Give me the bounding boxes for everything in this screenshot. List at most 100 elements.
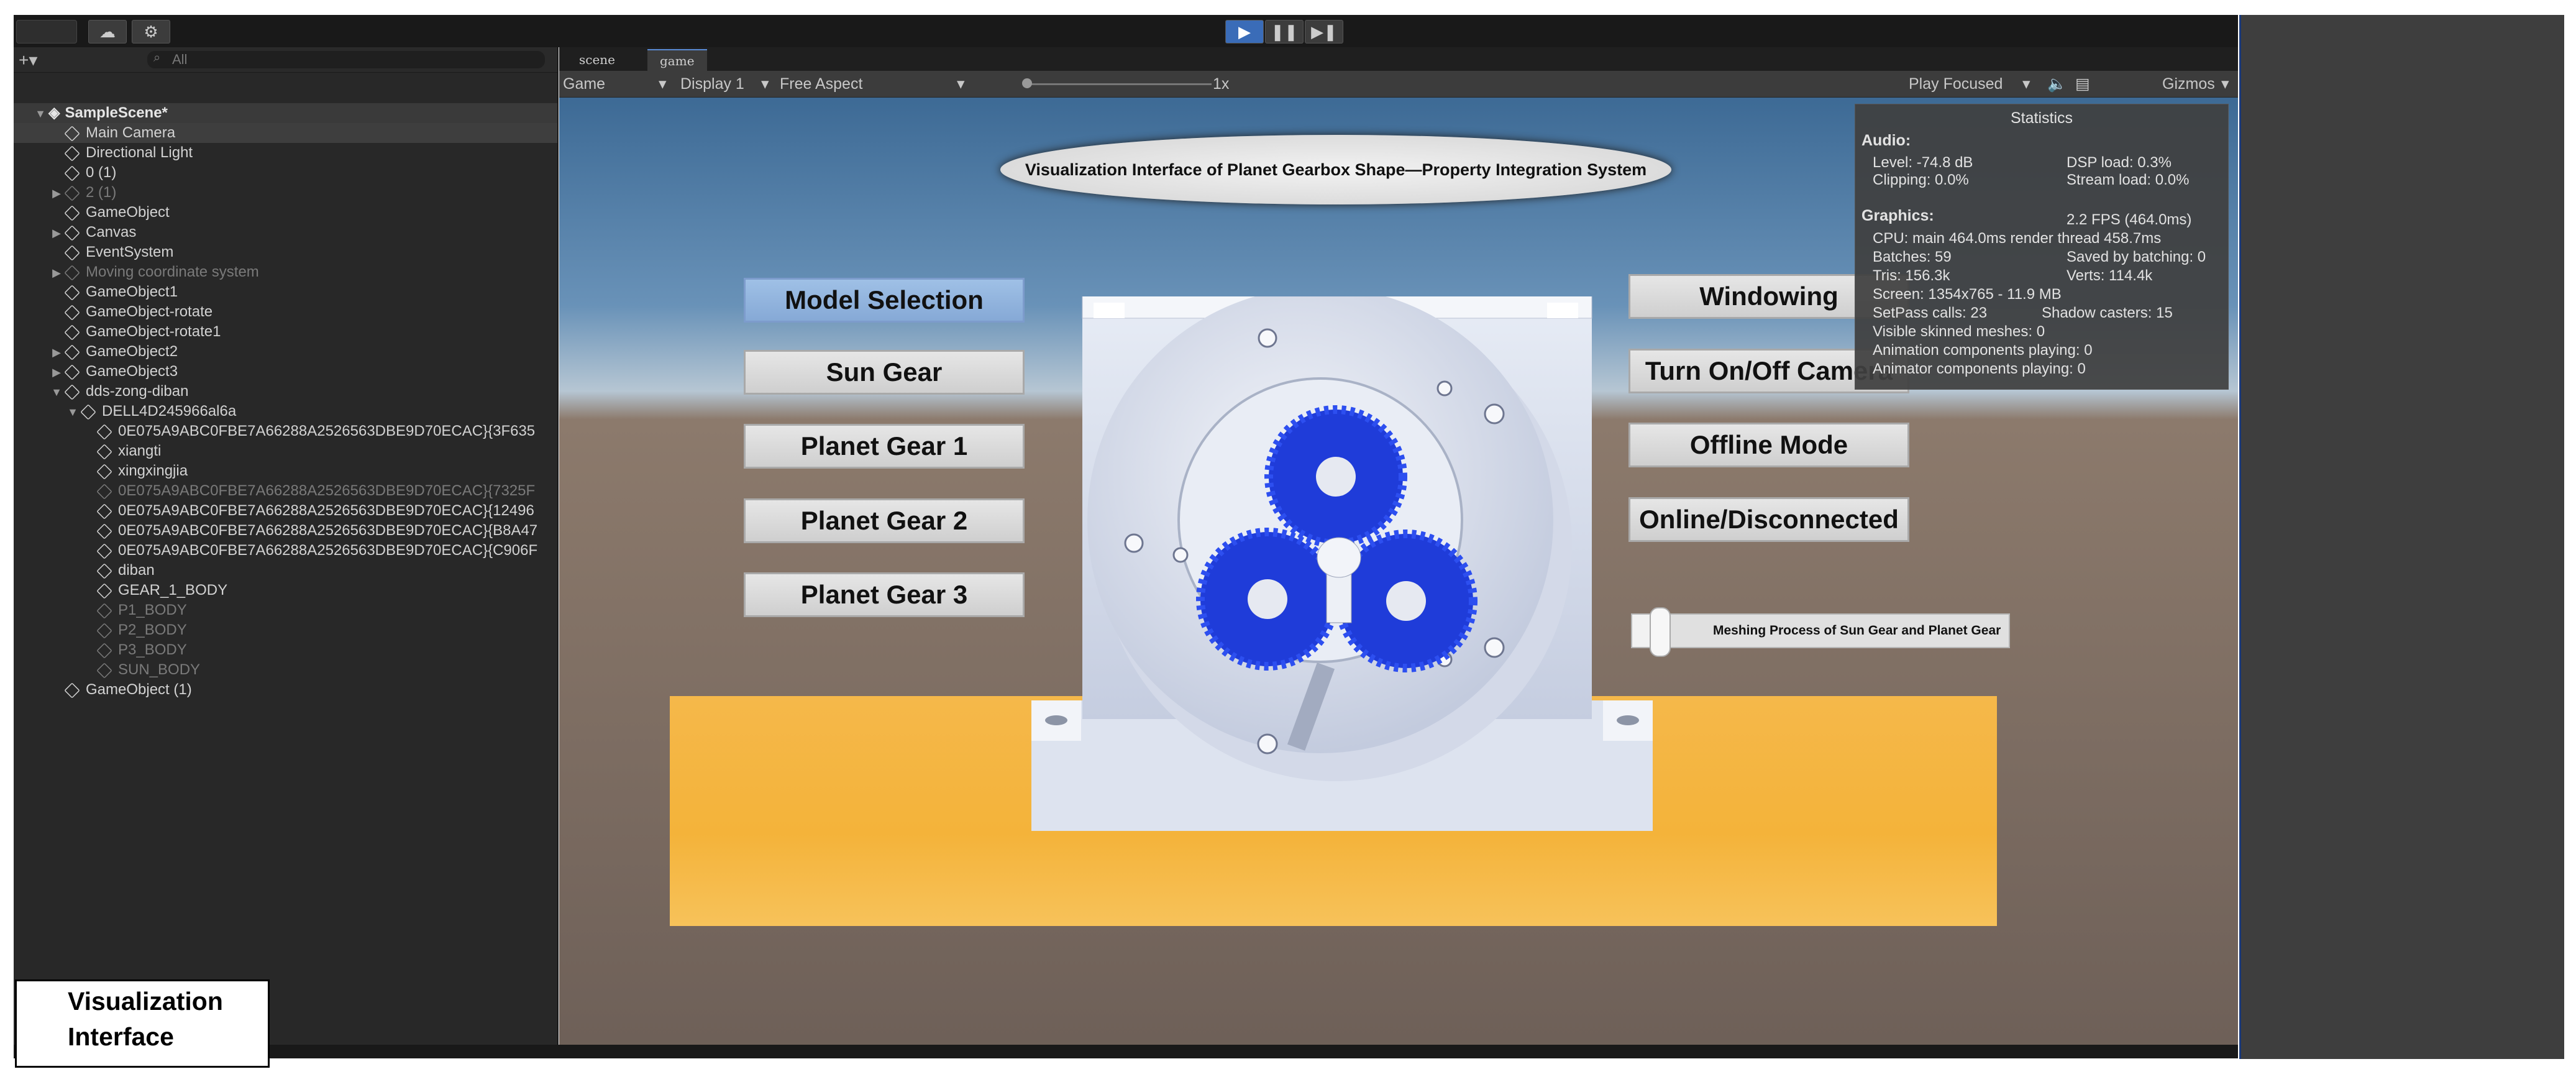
gameobject-icon <box>64 304 80 321</box>
hierarchy-item[interactable]: GameObject-rotate <box>14 302 557 322</box>
statistics-overlay: Statistics Audio: Level: -74.8 dB DSP lo… <box>1855 104 2229 390</box>
expand-arrow-icon[interactable]: ▶ <box>48 342 65 362</box>
play-button[interactable]: ▶ <box>1225 20 1264 44</box>
add-icon[interactable]: +▾ <box>19 50 37 70</box>
planet-gear-1-button[interactable]: Planet Gear 1 <box>744 424 1025 469</box>
hierarchy-item[interactable]: SUN_BODY <box>14 660 557 680</box>
cloud-icon[interactable]: ☁ <box>88 20 127 44</box>
expand-arrow-icon[interactable]: ▶ <box>48 263 65 283</box>
online-disconnected-button[interactable]: Online/Disconnected <box>1628 497 1909 542</box>
hierarchy-item-label: GameObject <box>86 204 170 221</box>
expand-arrow-icon[interactable]: ▼ <box>48 382 65 402</box>
gameobject-icon <box>96 443 112 460</box>
hierarchy-item[interactable]: 0E075A9ABC0FBE7A66288A2526563DBE9D70ECAC… <box>14 541 557 561</box>
scene-row[interactable]: ▼ ◈ SampleScene* <box>14 103 557 123</box>
hierarchy-item[interactable]: xingxingjia <box>14 461 557 481</box>
aspect-dropdown[interactable]: Free Aspect <box>780 75 862 93</box>
hierarchy-item[interactable]: ▼ DELL4D245966al6a <box>14 401 557 421</box>
hierarchy-item-label: dds-zong-diban <box>86 383 189 400</box>
scale-slider-handle[interactable] <box>1022 78 1032 88</box>
hierarchy-item[interactable]: P3_BODY <box>14 640 557 660</box>
hierarchy-item-label: DELL4D245966al6a <box>102 403 237 420</box>
hierarchy-item[interactable]: GameObject-rotate1 <box>14 322 557 342</box>
slider-handle[interactable] <box>1650 607 1671 657</box>
title-banner: Visualization Interface of Planet Gearbo… <box>1000 135 1671 204</box>
sun-gear-button[interactable]: Sun Gear <box>744 350 1025 395</box>
figure-caption: Visualization Interface <box>15 979 270 1068</box>
hierarchy-item[interactable]: xiangti <box>14 441 557 461</box>
stats-cpu: CPU: main 464.0ms render thread 458.7ms <box>1873 230 2162 247</box>
hierarchy-item[interactable]: diban <box>14 561 557 580</box>
scale-slider[interactable] <box>1025 83 1212 85</box>
expand-arrow-icon[interactable]: ▶ <box>48 183 65 203</box>
hierarchy-item-label: Directional Light <box>86 144 193 161</box>
stats-clipping: Clipping: 0.0% <box>1873 172 1969 188</box>
hierarchy-item[interactable]: GameObject (1) <box>14 680 557 700</box>
play-focused-dropdown[interactable]: Play Focused <box>1909 75 2003 93</box>
hierarchy-item[interactable]: P1_BODY <box>14 600 557 620</box>
hierarchy-item[interactable]: 0 (1) <box>14 163 557 183</box>
account-dropdown[interactable] <box>16 20 77 44</box>
hierarchy-search-input[interactable]: All <box>147 51 545 68</box>
scene-name: SampleScene* <box>65 104 168 121</box>
tab-game[interactable]: game <box>647 49 707 71</box>
planet-gear-3-button[interactable]: Planet Gear 3 <box>744 572 1025 617</box>
hierarchy-item[interactable]: 0E075A9ABC0FBE7A66288A2526563DBE9D70ECAC… <box>14 421 557 441</box>
hierarchy-list: ▼ ◈ SampleScene* Main Camera Directional Li… <box>14 103 557 700</box>
hierarchy-item-label: Canvas <box>86 224 137 241</box>
stats-saved: Saved by batching: 0 <box>2067 249 2206 265</box>
game-mode-dropdown[interactable]: Game <box>563 75 605 93</box>
gameobject-icon <box>64 383 80 400</box>
hierarchy-item[interactable]: 0E075A9ABC0FBE7A66288A2526563DBE9D70ECAC… <box>14 521 557 541</box>
hierarchy-item[interactable]: Directional Light <box>14 143 557 163</box>
gameobject-icon <box>96 602 112 619</box>
chevron-down-icon: ▾ <box>761 75 769 93</box>
expand-arrow-icon[interactable]: ▼ <box>32 104 48 124</box>
expand-arrow-icon[interactable]: ▶ <box>48 362 65 382</box>
hierarchy-item[interactable]: ▶ Canvas <box>14 222 557 242</box>
hierarchy-item-label: SUN_BODY <box>118 661 201 678</box>
gameobject-icon <box>96 503 112 520</box>
gameobject-icon <box>64 185 80 201</box>
settings-icon[interactable]: ⚙ <box>132 20 170 44</box>
play-icon: ▶ <box>1238 22 1251 41</box>
hierarchy-item-label: GEAR_1_BODY <box>118 582 228 598</box>
stats-toggle-icon[interactable]: ▤ <box>2075 75 2090 93</box>
hierarchy-item[interactable]: ▶ GameObject3 <box>14 362 557 382</box>
search-icon: ⌕ <box>153 51 161 65</box>
hierarchy-item[interactable]: ▶ GameObject2 <box>14 342 557 362</box>
hierarchy-item[interactable]: GameObject1 <box>14 282 557 302</box>
hierarchy-item[interactable]: P2_BODY <box>14 620 557 640</box>
mute-audio-icon[interactable]: 🔈 <box>2047 75 2067 93</box>
hierarchy-item[interactable]: 0E075A9ABC0FBE7A66288A2526563DBE9D70ECAC… <box>14 501 557 521</box>
stats-stream: Stream load: 0.0% <box>2067 172 2190 188</box>
scale-label: 1x <box>1213 75 1230 93</box>
stats-title: Statistics <box>2010 109 2073 127</box>
expand-arrow-icon[interactable]: ▼ <box>65 402 81 422</box>
game-viewport[interactable]: Visualization Interface of Planet Gearbo… <box>559 98 2238 1045</box>
stats-batches: Batches: 59 <box>1873 249 1952 265</box>
gameobject-icon <box>64 244 80 261</box>
pause-button[interactable]: ❚❚ <box>1265 20 1304 44</box>
hierarchy-item[interactable]: ▶ 2 (1) <box>14 183 557 203</box>
display-dropdown[interactable]: Display 1 <box>680 75 744 93</box>
hierarchy-item[interactable]: Main Camera <box>14 123 557 143</box>
offline-mode-button[interactable]: Offline Mode <box>1628 423 1909 467</box>
gizmos-dropdown[interactable]: Gizmos <box>2162 75 2215 93</box>
step-button[interactable]: ▶❚ <box>1305 20 1343 44</box>
model-selection-button[interactable]: Model Selection <box>744 278 1025 323</box>
hierarchy-item[interactable]: ▼ dds-zong-diban <box>14 382 557 401</box>
stats-tris: Tris: 156.3k <box>1873 267 1950 284</box>
hierarchy-item[interactable]: ▶ Moving coordinate system <box>14 262 557 282</box>
hierarchy-item[interactable]: GameObject <box>14 203 557 222</box>
hierarchy-item-label: GameObject-rotate <box>86 303 213 320</box>
hierarchy-item-label: 0E075A9ABC0FBE7A66288A2526563DBE9D70ECAC… <box>118 502 534 519</box>
meshing-process-slider[interactable]: Meshing Process of Sun Gear and Planet G… <box>1631 607 2010 657</box>
hierarchy-item-label: 0E075A9ABC0FBE7A66288A2526563DBE9D70ECAC… <box>118 423 536 439</box>
hierarchy-item[interactable]: EventSystem <box>14 242 557 262</box>
hierarchy-item[interactable]: GEAR_1_BODY <box>14 580 557 600</box>
tab-scene[interactable]: scene <box>567 49 628 70</box>
expand-arrow-icon[interactable]: ▶ <box>48 223 65 243</box>
hierarchy-item[interactable]: 0E075A9ABC0FBE7A66288A2526563DBE9D70ECAC… <box>14 481 557 501</box>
planet-gear-2-button[interactable]: Planet Gear 2 <box>744 498 1025 543</box>
